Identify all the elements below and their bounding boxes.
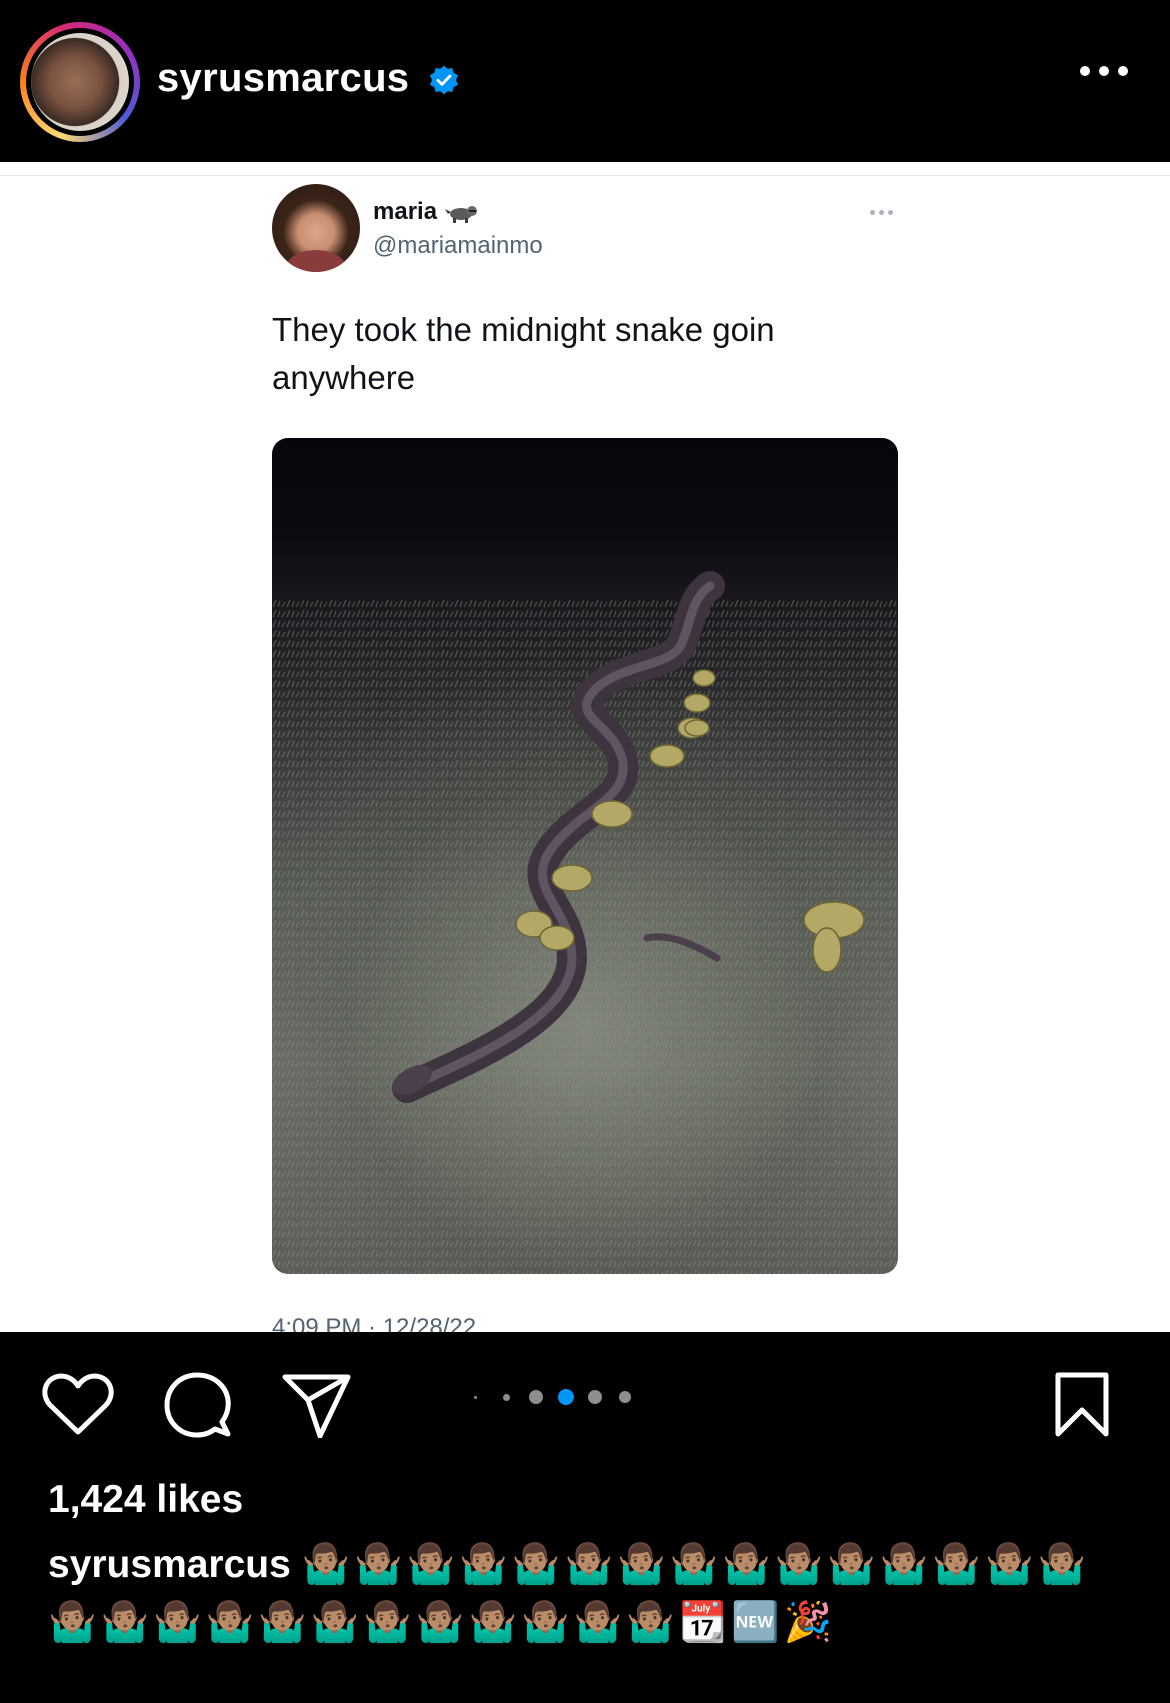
tweet-photo [272,438,898,1274]
caption-username[interactable]: syrusmarcus [48,1543,291,1586]
post-image[interactable]: maria @mariamainmo They took the midnigh… [0,162,1170,1332]
tweet-display-name: maria [373,198,438,225]
verified-badge-icon [430,65,458,95]
post-username[interactable]: syrusmarcus [157,56,409,101]
tweet-timestamp: 4:09 PM · 12/28/22 [272,1314,477,1332]
likes-count[interactable]: 1,424 likes [48,1478,243,1522]
share-icon[interactable] [282,1374,352,1438]
carousel-dot [474,1396,477,1399]
tweet-avatar [272,184,360,272]
carousel-dot [619,1391,631,1403]
more-options-icon[interactable] [1080,66,1128,76]
tweet-handle: @mariamainmo [373,232,543,259]
post-header: syrusmarcus [0,0,1170,162]
tweet-text: They took the midnight snake goin anywhe… [272,311,775,396]
carousel-indicator [470,1387,650,1407]
carousel-dot [503,1394,510,1401]
raccoon-emoji-icon [445,206,477,223]
carousel-dot [588,1390,602,1404]
post-caption: syrusmarcus 🤷🏽‍♂️🤷🏽‍♂️🤷🏽‍♂️🤷🏽‍♂️🤷🏽‍♂️🤷🏽‍… [48,1536,1128,1652]
carousel-dot-active [558,1389,574,1405]
tweet-more-icon [870,210,893,215]
bookmark-icon[interactable] [1054,1372,1110,1438]
heart-icon[interactable] [42,1372,114,1436]
profile-avatar[interactable] [20,22,140,142]
carousel-dot [529,1390,543,1404]
comment-icon[interactable] [164,1372,232,1440]
